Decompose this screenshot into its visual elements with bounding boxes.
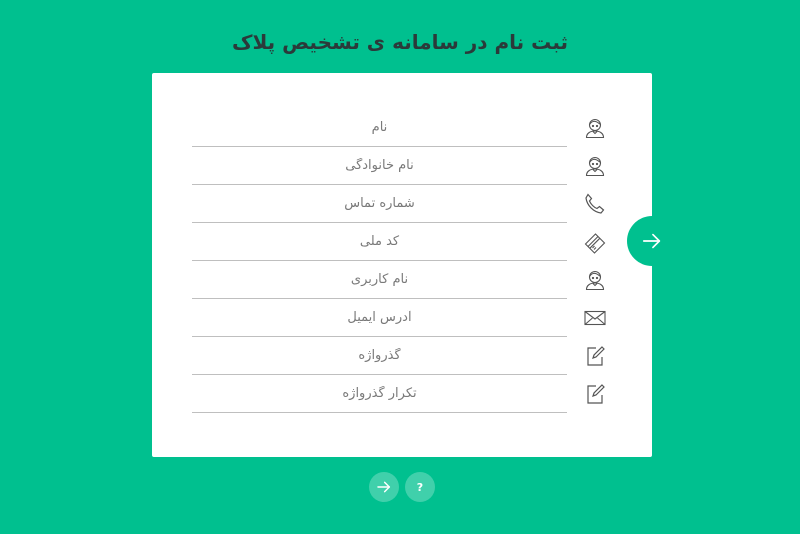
- last-name-field[interactable]: [192, 147, 567, 185]
- help-button[interactable]: ?: [405, 472, 435, 502]
- page-title: ثبت نام در سامانه ی تشخیص پلاک: [231, 30, 568, 54]
- phone-field[interactable]: [192, 185, 567, 223]
- phone-icon: [585, 193, 605, 214]
- edit-icon: [587, 384, 605, 404]
- national-code-field[interactable]: [192, 223, 567, 261]
- repeat-password-row: [192, 375, 607, 413]
- password-field[interactable]: [192, 337, 567, 375]
- user-icon: [585, 270, 605, 291]
- id-card-icon: [584, 233, 606, 254]
- arrow-right-icon: [377, 481, 391, 493]
- repeat-password-field[interactable]: [192, 375, 567, 413]
- email-field[interactable]: [192, 299, 567, 337]
- username-field[interactable]: [192, 261, 567, 299]
- user-icon: [585, 156, 605, 177]
- national-code-row: [192, 223, 607, 261]
- next-button[interactable]: [627, 216, 677, 266]
- arrow-right-icon: [642, 233, 661, 249]
- username-row: [192, 261, 607, 299]
- password-row: [192, 337, 607, 375]
- edit-icon: [587, 346, 605, 366]
- first-name-field[interactable]: [192, 109, 567, 147]
- phone-row: [192, 185, 607, 223]
- next-step-button[interactable]: [369, 472, 399, 502]
- first-name-row: [192, 109, 607, 147]
- user-icon: [585, 118, 605, 139]
- email-row: [192, 299, 607, 337]
- last-name-row: [192, 147, 607, 185]
- envelope-icon: [584, 310, 606, 326]
- registration-card: [152, 73, 652, 457]
